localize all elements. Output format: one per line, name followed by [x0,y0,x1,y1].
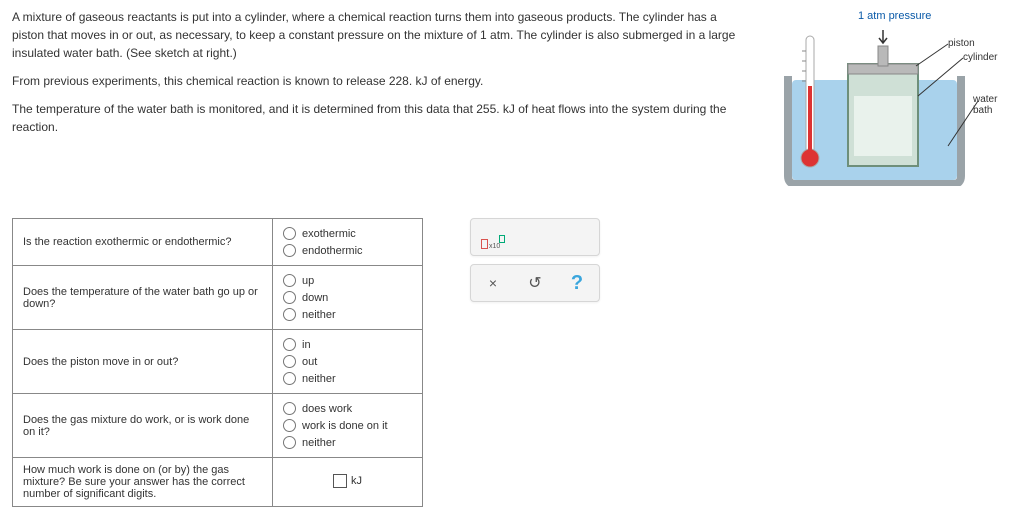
q3-radio-out[interactable] [283,355,296,368]
q4-radio-neither[interactable] [283,436,296,449]
answer-toolbar: x10 × ↺ ? [470,218,600,302]
apparatus-sketch: 1 atm pressure piston cylinder water bat… [768,8,1018,188]
reset-button[interactable]: ↺ [523,271,547,295]
q2-option-neither[interactable]: neither [283,306,412,323]
q1-option-exothermic[interactable]: exothermic [283,225,412,242]
q3-radio-in[interactable] [283,338,296,351]
q5-answer: kJ [273,458,423,507]
help-button[interactable]: ? [565,271,589,295]
box-icon [481,239,488,249]
q4-option-does-work[interactable]: does work [283,400,412,417]
problem-paragraph-1: A mixture of gaseous reactants is put in… [12,8,748,62]
problem-paragraph-2: From previous experiments, this chemical… [12,72,748,90]
exponent-box-icon [499,235,505,243]
q5-unit: kJ [351,475,362,487]
q3-option-neither[interactable]: neither [283,370,412,387]
q2-option-down[interactable]: down [283,289,412,306]
q1-radio-endothermic[interactable] [283,244,296,257]
q3-option-out[interactable]: out [283,353,412,370]
q3-option-in[interactable]: in [283,336,412,353]
label-pressure: 1 atm pressure [858,10,931,22]
q4-prompt: Does the gas mixture do work, or is work… [13,394,273,458]
q4-option-work-done[interactable]: work is done on it [283,417,412,434]
q5-value-input[interactable] [333,474,347,488]
q2-radio-up[interactable] [283,274,296,287]
q3-answers: in out neither [273,330,423,394]
q4-answers: does work work is done on it neither [273,394,423,458]
q5-prompt: How much work is done on (or by) the gas… [13,458,273,507]
question-table: Is the reaction exothermic or endothermi… [12,218,423,507]
clear-button[interactable]: × [481,271,505,295]
q1-prompt: Is the reaction exothermic or endothermi… [13,219,273,266]
scientific-notation-button[interactable]: x10 [481,225,505,249]
q1-radio-exothermic[interactable] [283,227,296,240]
q3-radio-neither[interactable] [283,372,296,385]
q3-prompt: Does the piston move in or out? [13,330,273,394]
help-icon: ? [571,272,583,295]
q2-answers: up down neither [273,266,423,330]
x10-label: x10 [489,243,500,250]
apparatus-svg [778,26,998,186]
q2-prompt: Does the temperature of the water bath g… [13,266,273,330]
problem-statement: A mixture of gaseous reactants is put in… [12,8,768,188]
close-icon: × [489,275,497,291]
reset-icon: ↺ [528,273,541,293]
q2-radio-neither[interactable] [283,308,296,321]
q4-radio-work-done[interactable] [283,419,296,432]
q1-option-endothermic[interactable]: endothermic [283,242,412,259]
q4-radio-does-work[interactable] [283,402,296,415]
q2-radio-down[interactable] [283,291,296,304]
q1-answers: exothermic endothermic [273,219,423,266]
q4-option-neither[interactable]: neither [283,434,412,451]
problem-paragraph-3: The temperature of the water bath is mon… [12,100,748,136]
q2-option-up[interactable]: up [283,272,412,289]
